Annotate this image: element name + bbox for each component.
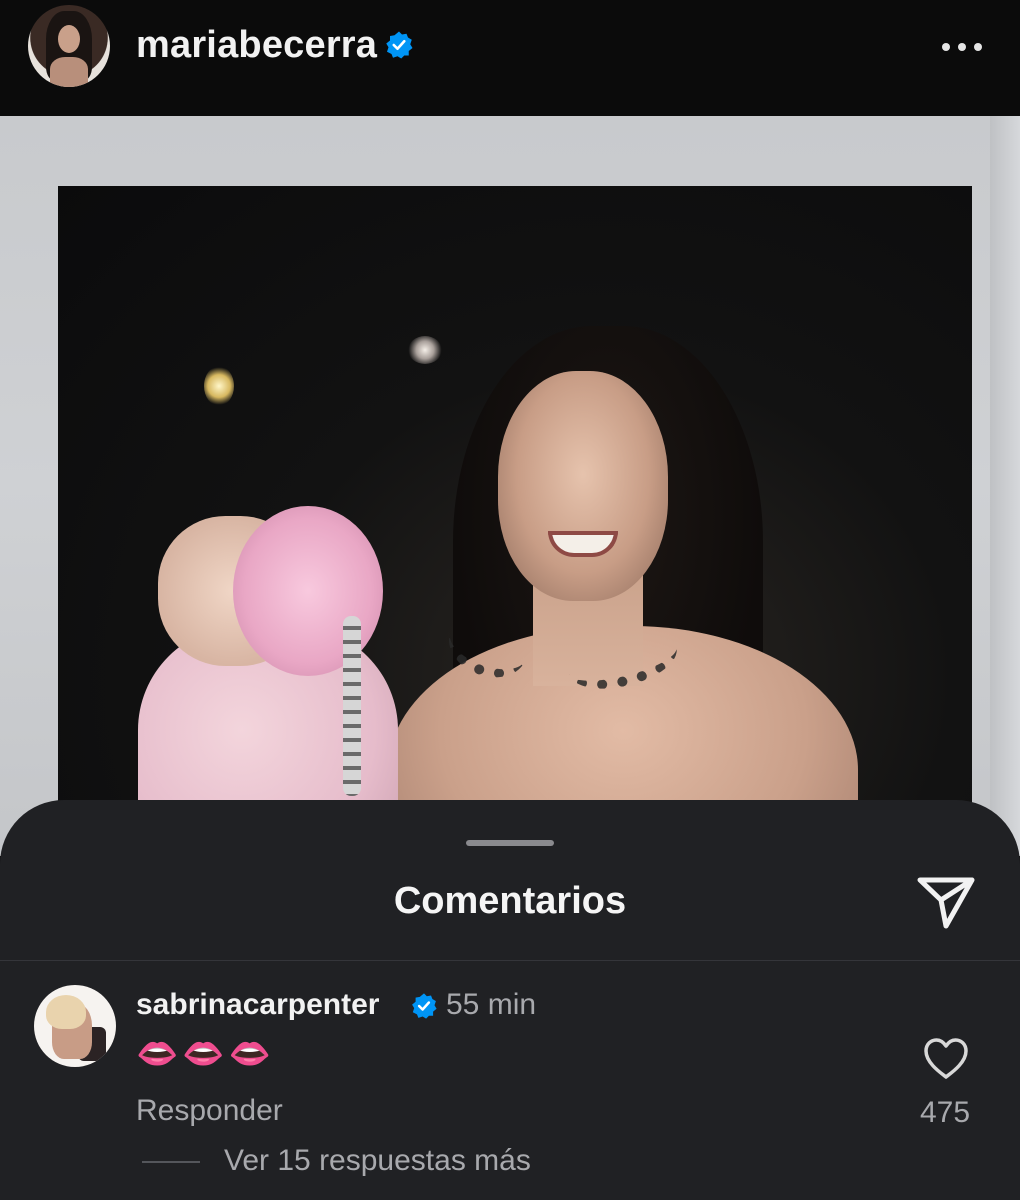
bokeh-light bbox=[408, 336, 442, 364]
post-username[interactable]: mariabecerra bbox=[136, 24, 377, 67]
bag-chain bbox=[343, 616, 361, 796]
heart-icon[interactable] bbox=[922, 1036, 970, 1080]
comment-text: 👄👄👄 bbox=[136, 1035, 276, 1073]
sheet-divider bbox=[0, 960, 1020, 961]
avatar-body bbox=[50, 57, 88, 87]
bokeh-light bbox=[204, 366, 234, 406]
comments-title: Comentarios bbox=[393, 880, 627, 922]
person-face bbox=[498, 371, 668, 601]
send-icon[interactable] bbox=[914, 870, 978, 934]
comment-timestamp: 55 min bbox=[446, 988, 537, 1021]
comment-username[interactable]: sabrinacarpenter bbox=[136, 988, 379, 1022]
more-dot bbox=[958, 43, 966, 51]
sheet-grabber[interactable] bbox=[466, 840, 554, 846]
avatar-hair bbox=[46, 995, 86, 1029]
reply-button[interactable]: Responder bbox=[136, 1094, 283, 1128]
avatar-face bbox=[58, 25, 80, 53]
replies-connector-line bbox=[142, 1161, 200, 1163]
post-header: mariabecerra bbox=[0, 0, 1020, 116]
verified-badge-icon bbox=[412, 993, 437, 1019]
like-count: 475 bbox=[919, 1096, 971, 1129]
more-dot bbox=[942, 43, 950, 51]
more-options-icon[interactable] bbox=[942, 40, 982, 54]
instagram-post-screen: mariabecerra Comentarios sabrinacarpente… bbox=[0, 0, 1020, 1200]
view-replies-button[interactable]: Ver 15 respuestas más bbox=[224, 1144, 531, 1178]
post-image[interactable] bbox=[0, 116, 1020, 856]
more-dot bbox=[974, 43, 982, 51]
polaroid-edge bbox=[990, 116, 1020, 856]
commenter-avatar[interactable] bbox=[34, 985, 116, 1067]
polaroid-photo bbox=[58, 186, 972, 856]
profile-avatar[interactable] bbox=[28, 5, 110, 87]
verified-badge-icon bbox=[386, 31, 413, 59]
